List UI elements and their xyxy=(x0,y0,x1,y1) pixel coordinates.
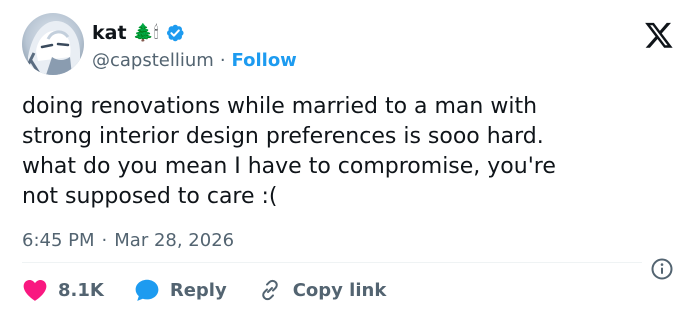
x-logo-icon[interactable] xyxy=(643,20,675,50)
tweet-text: doing renovations while married to a man… xyxy=(22,94,556,209)
like-button[interactable]: 8.1K xyxy=(22,278,104,302)
reply-button[interactable]: Reply xyxy=(134,278,227,302)
heart-icon xyxy=(23,280,47,301)
follow-button[interactable]: Follow xyxy=(232,50,297,71)
tweet-timestamp[interactable]: 6:45 PM · Mar 28, 2026 xyxy=(22,228,234,252)
handle-separator: · xyxy=(219,49,226,71)
tweet-card: kat 🌲🕯 @capstellium · Follow doing renov… xyxy=(0,0,700,318)
avatar[interactable] xyxy=(22,13,84,75)
reply-label: Reply xyxy=(169,279,227,301)
link-icon xyxy=(261,279,278,301)
info-icon[interactable] xyxy=(650,257,674,281)
tweet-time[interactable]: 6:45 PM xyxy=(22,230,95,251)
author-handle-row: @capstellium · Follow xyxy=(92,48,297,72)
author-emoji-badges: 🌲🕯 xyxy=(132,23,159,43)
verified-badge-icon xyxy=(166,24,184,42)
like-count: 8.1K xyxy=(58,279,104,301)
tweet-date[interactable]: Mar 28, 2026 xyxy=(114,230,234,251)
author-name-row: kat 🌲🕯 xyxy=(92,20,185,46)
divider xyxy=(22,262,642,263)
author-handle[interactable]: @capstellium xyxy=(92,50,214,71)
copy-link-label: Copy link xyxy=(292,279,387,301)
copy-link-button[interactable]: Copy link xyxy=(257,278,387,302)
action-bar: 8.1K Reply Copy link xyxy=(22,276,416,304)
author-display-name[interactable]: kat xyxy=(92,22,127,44)
reply-bubble-icon xyxy=(135,279,159,301)
timestamp-separator: · xyxy=(101,229,108,251)
